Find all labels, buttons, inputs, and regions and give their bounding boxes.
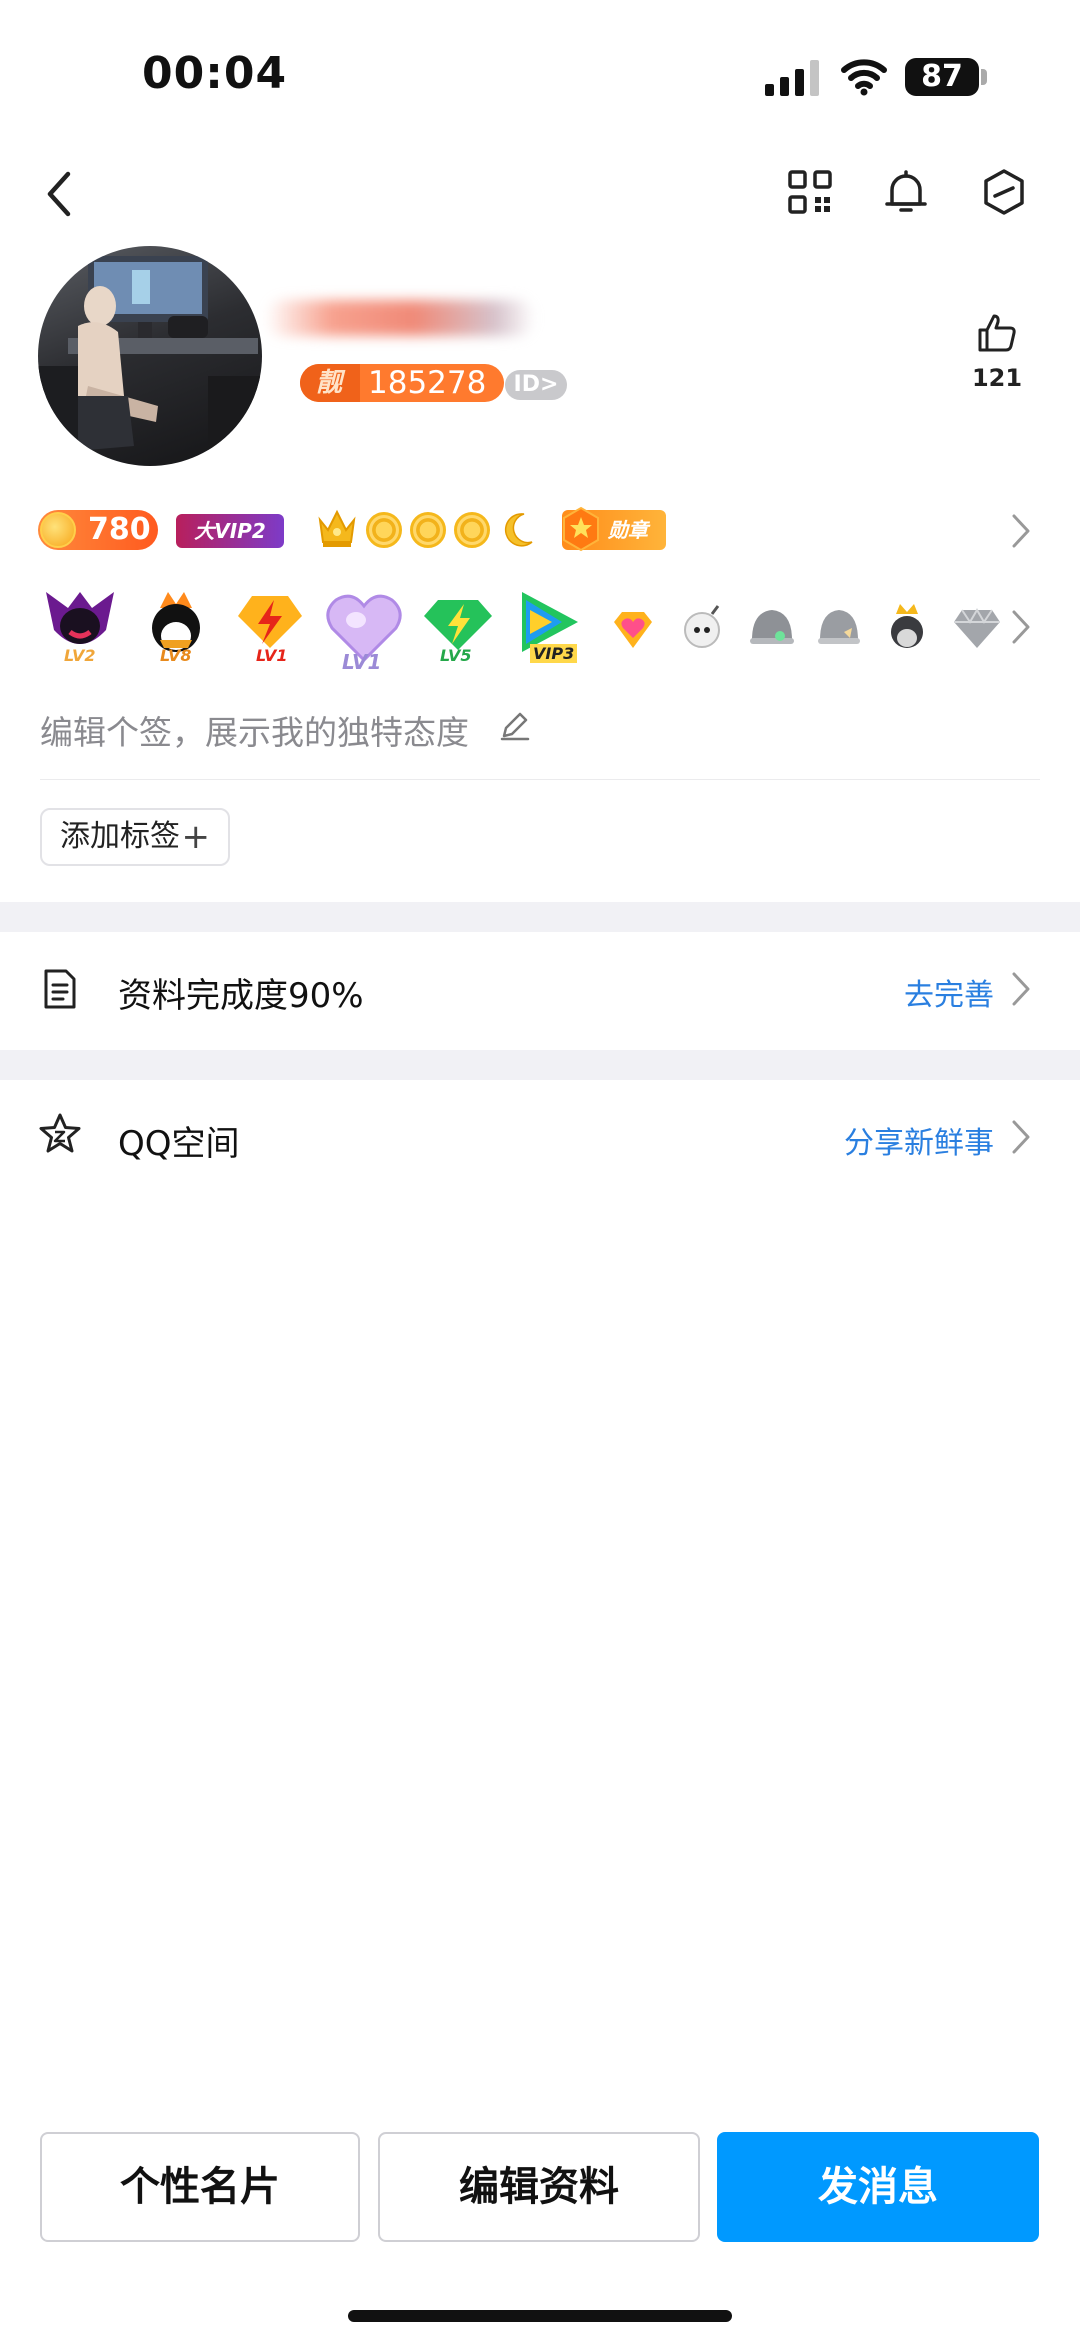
badge-level-label: LV8 <box>160 646 192 665</box>
medal-star-icon <box>563 506 599 552</box>
sun-level-icon[interactable] <box>366 512 402 548</box>
bell-icon[interactable] <box>882 168 930 216</box>
status-bar: 00:04 87 <box>0 0 1080 150</box>
like-count[interactable]: 121 <box>956 364 1038 392</box>
signature-placeholder[interactable]: 编辑个签，展示我的独特态度 <box>40 706 469 754</box>
personal-card-button[interactable]: 个性名片 <box>40 2132 360 2242</box>
edit-profile-button[interactable]: 编辑资料 <box>378 2132 700 2242</box>
gray-diamond-icon[interactable] <box>952 604 1002 652</box>
wifi-icon <box>841 59 887 96</box>
chevron-right-icon[interactable] <box>1010 608 1032 646</box>
sun-level-icon[interactable] <box>454 512 490 548</box>
share-news-link[interactable]: 分享新鲜事 <box>844 1118 994 1162</box>
pretty-number-value: 185278 <box>368 365 487 401</box>
back-icon[interactable] <box>40 168 80 220</box>
gray-helmet-icon[interactable] <box>746 602 798 652</box>
cellular-signal-icon <box>765 60 819 96</box>
plus-icon: + <box>181 817 211 857</box>
badge-level-label: LV1 <box>256 646 288 665</box>
nickname-blurred <box>265 300 535 336</box>
id-badge[interactable]: ID> <box>505 370 567 400</box>
moon-level-icon[interactable] <box>498 510 536 550</box>
avatar-photo <box>38 256 262 466</box>
qrcode-icon[interactable] <box>786 168 834 216</box>
sun-level-icon[interactable] <box>410 512 446 548</box>
pencil-edit-icon[interactable] <box>498 708 532 742</box>
svip-badge[interactable]: 大VIP2 <box>176 514 284 548</box>
crown-icon[interactable] <box>316 506 358 550</box>
battery-indicator: 87 <box>905 58 979 96</box>
badge-level-label: LV5 <box>440 646 472 665</box>
qzone-title: QQ空间 <box>118 1124 240 1164</box>
coin-icon <box>40 512 76 548</box>
battery-tip <box>981 69 987 85</box>
bomb-icon[interactable] <box>680 600 726 650</box>
badge-level-label: LV2 <box>64 646 96 665</box>
section-separator <box>0 902 1080 932</box>
section-separator <box>0 1050 1080 1080</box>
chevron-right-icon <box>1012 1120 1030 1154</box>
badge-level-label: LV1 <box>342 650 382 674</box>
complete-profile-link[interactable]: 去完善 <box>904 970 994 1014</box>
document-icon <box>44 969 76 1009</box>
gray-penguin-icon[interactable] <box>814 602 864 652</box>
profile-completion-row[interactable]: 资料完成度90% 去完善 <box>0 932 1080 1046</box>
heart-gem-icon[interactable] <box>608 604 658 654</box>
badge-level-label: VIP3 <box>530 644 578 663</box>
avatar[interactable] <box>38 246 262 466</box>
profile-completion-title: 资料完成度90% <box>118 976 364 1016</box>
pretty-number-tag: 靓 <box>300 364 361 402</box>
status-time: 00:04 <box>142 48 288 99</box>
pretty-number-badge[interactable]: 靓 185278 <box>300 364 505 402</box>
chevron-right-icon[interactable] <box>1010 512 1032 550</box>
crown-penguin-icon[interactable] <box>884 600 930 652</box>
add-tag-label: 添加标签 <box>60 819 180 854</box>
divider <box>40 779 1040 780</box>
qzone-star-icon <box>39 1113 81 1153</box>
home-indicator <box>348 2310 732 2322</box>
send-message-button[interactable]: 发消息 <box>717 2132 1039 2242</box>
add-tag-button[interactable]: 添加标签 + <box>40 808 230 866</box>
thumbs-up-icon[interactable] <box>976 312 1018 354</box>
qzone-row[interactable]: QQ空间 分享新鲜事 <box>0 1080 1080 1194</box>
hexagon-settings-icon[interactable] <box>980 168 1028 216</box>
chevron-right-icon <box>1012 972 1030 1006</box>
